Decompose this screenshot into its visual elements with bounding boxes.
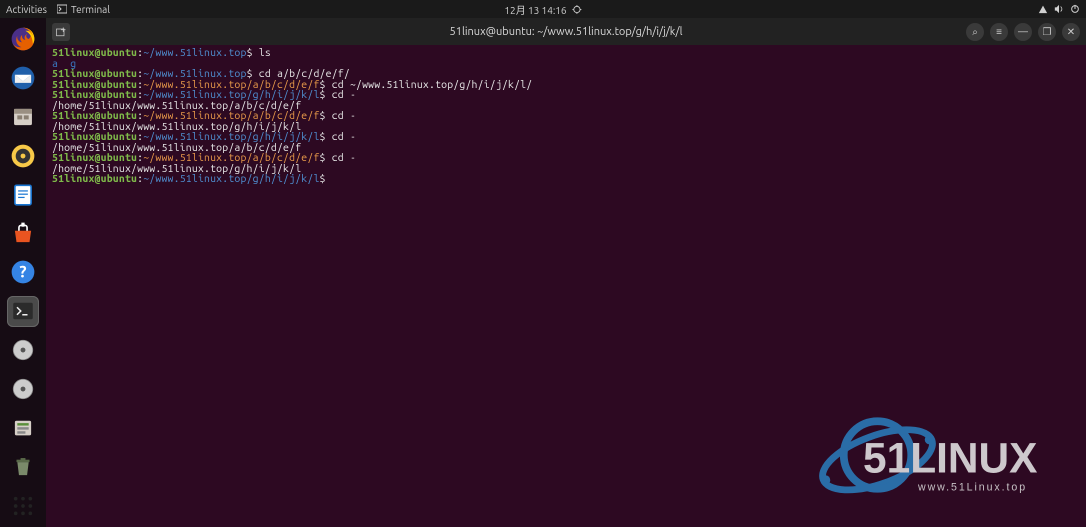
minimize-button[interactable]: —: [1014, 23, 1032, 41]
restore-button[interactable]: ❐: [1038, 23, 1056, 41]
firefox-icon: [10, 26, 36, 52]
volume-icon: [1054, 4, 1064, 14]
network-icon: [1038, 4, 1048, 14]
close-button[interactable]: ✕: [1062, 23, 1080, 41]
dock-drivers[interactable]: [7, 412, 39, 443]
new-tab-icon: [55, 26, 67, 38]
disc-icon: [10, 376, 36, 402]
power-icon: [1070, 4, 1080, 14]
terminal-indicator-icon: [57, 4, 67, 14]
thunderbird-icon: [10, 65, 36, 91]
apps-grid-icon: [12, 495, 34, 517]
dock-software[interactable]: [7, 218, 39, 249]
disc-icon: [10, 337, 36, 363]
libreoffice-writer-icon: [10, 182, 36, 208]
new-tab-button[interactable]: [52, 23, 70, 41]
rhythmbox-icon: [10, 143, 36, 169]
terminal-icon: [11, 299, 35, 323]
files-icon: [10, 104, 36, 130]
menu-button[interactable]: ≡: [990, 23, 1008, 41]
dock-thunderbird[interactable]: [7, 63, 39, 94]
activities-button[interactable]: Activities: [6, 4, 47, 15]
window-title: 51linux@ubuntu: ~/www.51linux.top/g/h/i/…: [450, 26, 683, 38]
ubuntu-software-icon: [10, 221, 36, 247]
dock-disc-2[interactable]: [7, 374, 39, 405]
dock: ?: [0, 18, 46, 527]
notification-icon: [573, 5, 582, 14]
system-tray[interactable]: [1038, 4, 1080, 14]
gnome-topbar: Activities Terminal 12月 13 14:16: [0, 0, 1086, 18]
svg-text:?: ?: [19, 264, 26, 282]
dock-writer[interactable]: [7, 179, 39, 210]
app-menu[interactable]: Terminal: [57, 4, 110, 15]
terminal-titlebar[interactable]: 51linux@ubuntu: ~/www.51linux.top/g/h/i/…: [46, 18, 1086, 45]
dock-files[interactable]: [7, 102, 39, 133]
terminal-body[interactable]: 51linux@ubuntu:~/www.51linux.top$ ls a g…: [46, 45, 1086, 527]
terminal-window: 51linux@ubuntu: ~/www.51linux.top/g/h/i/…: [46, 18, 1086, 527]
dock-trash[interactable]: [7, 451, 39, 482]
dock-help[interactable]: ?: [7, 257, 39, 288]
search-button[interactable]: ⌕: [966, 23, 984, 41]
dock-firefox[interactable]: [7, 24, 39, 55]
dock-apps[interactable]: [7, 490, 39, 521]
trash-icon: [10, 454, 36, 480]
dock-rhythmbox[interactable]: [7, 141, 39, 172]
additional-drivers-icon: [10, 415, 36, 441]
help-icon: ?: [10, 259, 36, 285]
dock-terminal[interactable]: [7, 296, 39, 327]
clock[interactable]: 12月 13 14:16: [504, 2, 581, 17]
dock-disc-1[interactable]: [7, 335, 39, 366]
